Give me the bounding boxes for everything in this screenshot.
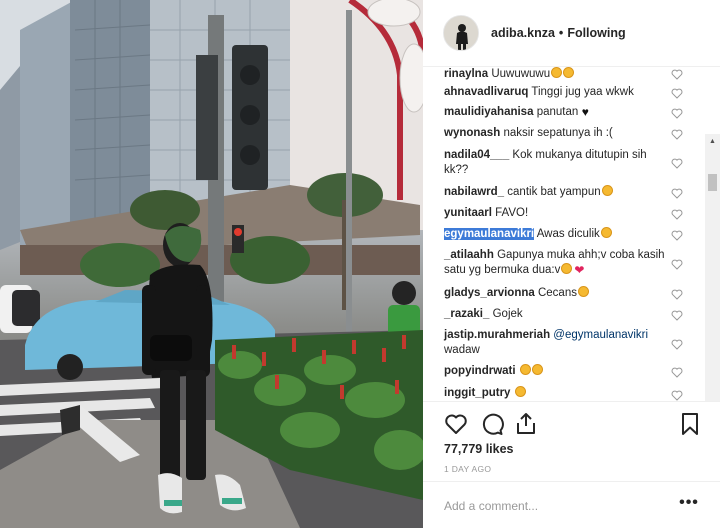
comment-item: yunitaarl FAVO! [444,206,674,221]
add-comment-bar: ••• [423,481,720,528]
smiley-emoji-icon [563,67,575,78]
comment-item: inggit_putry [444,386,674,401]
more-options-icon[interactable]: ••• [679,495,699,512]
comment-like-heart-icon[interactable] [671,230,683,241]
comment-text: Uuwuwuwu [491,68,551,80]
comment-username-link[interactable]: rinaylna [444,68,488,80]
comment-username-link[interactable]: egymaulanavikri [444,228,535,240]
smiley-emoji-icon [551,67,563,78]
comment-item: nabilawrd_ cantik bat yampun [444,185,674,200]
post-photo[interactable] [0,0,423,528]
smiley-emoji-icon [531,364,543,375]
post-side-panel: adiba.knza • Following rinaylna Uuwuwuwu ah… [423,0,720,528]
post-timestamp[interactable]: 1 DAY AGO [444,464,491,474]
comment-username-link[interactable]: ahnavadlivaruq [444,86,528,98]
smiley-emoji-icon [600,227,612,238]
comment-username-link[interactable]: _razaki_ [444,308,489,320]
comment-item: ahnavadlivaruq Tinggi jug yaa wkwk [444,85,674,100]
comment-username-link[interactable]: nadila04___ [444,149,509,161]
comment-username-link[interactable]: jastip.murahmeriah [444,329,550,341]
comment-like-heart-icon[interactable] [671,339,683,350]
comment-input[interactable] [444,496,664,516]
comment-text: wadaw [444,344,480,356]
post-actions: 77,779 likes 1 DAY AGO [423,401,720,481]
comment-like-heart-icon[interactable] [671,69,683,80]
comment-username-link[interactable]: gladys_arvionna [444,287,535,299]
comment-item: maulidiyahanisa panutan ♥ [444,105,674,120]
comment-like-heart-icon[interactable] [671,129,683,140]
comment-item: wynonash naksir sepatunya ih :( [444,126,674,141]
comment-like-heart-icon[interactable] [671,88,683,99]
comment-username-link[interactable]: wynonash [444,127,500,139]
comment-text: Cecans [537,287,577,299]
comment-mention-link[interactable]: @egymaulanavikri [553,329,648,341]
red-heart-emoji-icon: ❤ [574,263,585,277]
username-link[interactable]: adiba.knza [491,26,555,40]
smiley-emoji-icon [601,185,613,196]
comment-item: gladys_arvionna Cecans [444,286,674,301]
instagram-post-window: adiba.knza • Following rinaylna Uuwuwuwu ah… [0,0,720,528]
comment-username-link[interactable]: maulidiyahanisa [444,106,533,118]
comment-item: nadila04___ Kok mukanya ditutupin sih kk… [444,148,674,178]
avatar[interactable] [443,15,479,51]
comments-scrollbar[interactable]: ▲ ▼ [705,134,720,401]
scrollbar-thumb[interactable] [708,174,717,191]
scroll-up-arrow-icon[interactable]: ▲ [708,137,717,146]
comment-text: naksir sepatunya ih :( [503,127,613,139]
comment-username-link[interactable]: _atilaahh [444,249,494,261]
comment-username-link[interactable]: yunitaarl [444,207,492,219]
smiley-emoji-icon [519,364,531,375]
comment-item: _atilaahh Gapunya muka ahh;v coba kasih … [444,248,674,278]
comment-item: egymaulanavikri Awas diculik [444,227,674,242]
comment-like-heart-icon[interactable] [671,289,683,300]
comment-like-heart-icon[interactable] [671,367,683,378]
avatar-person-icon [444,16,478,50]
header-text: adiba.knza • Following [491,26,626,40]
bookmark-icon[interactable] [677,411,703,437]
comment-username-link[interactable]: popyindrwati [444,365,516,377]
smiley-emoji-icon [577,286,589,297]
follow-status-button[interactable]: Following [567,26,625,40]
likes-count[interactable]: 77,779 likes [444,442,514,456]
comments-list: rinaylna Uuwuwuwu ahnavadlivaruq Tinggi j… [423,67,720,401]
comment-username-link[interactable]: inggit_putry [444,387,510,399]
comment-text: panutan [536,106,579,118]
comment-like-heart-icon[interactable] [671,259,683,270]
comment-like-heart-icon[interactable] [671,188,683,199]
comment-text: cantik bat yampun [507,186,601,198]
post-header: adiba.knza • Following [423,0,720,67]
comment-text: Tinggi jug yaa wkwk [531,86,634,98]
comment-like-heart-icon[interactable] [671,390,683,401]
comment-like-heart-icon[interactable] [671,310,683,321]
comment-text: FAVO! [495,207,529,219]
comment-bubble-icon[interactable] [479,411,505,437]
comment-like-heart-icon[interactable] [671,158,683,169]
black-heart-emoji-icon: ♥ [581,105,589,119]
comment-text: Gojek [492,308,523,320]
comment-like-heart-icon[interactable] [671,209,683,220]
comment-like-heart-icon[interactable] [671,108,683,119]
smiley-emoji-icon [514,386,526,397]
comment-item: rinaylna Uuwuwuwu [444,67,674,82]
header-separator: • [558,26,564,40]
share-icon[interactable] [513,411,539,437]
smiley-emoji-icon [561,263,573,274]
comment-item: jastip.murahmeriah @egymaulanavikri wada… [444,328,674,358]
heart-outline-icon[interactable] [443,411,469,437]
street-scene-illustration [0,0,423,528]
comment-item: _razaki_ Gojek [444,307,674,322]
comment-text: Awas diculik [536,228,600,240]
comment-item: popyindrwati [444,364,674,379]
comment-username-link[interactable]: nabilawrd_ [444,186,504,198]
